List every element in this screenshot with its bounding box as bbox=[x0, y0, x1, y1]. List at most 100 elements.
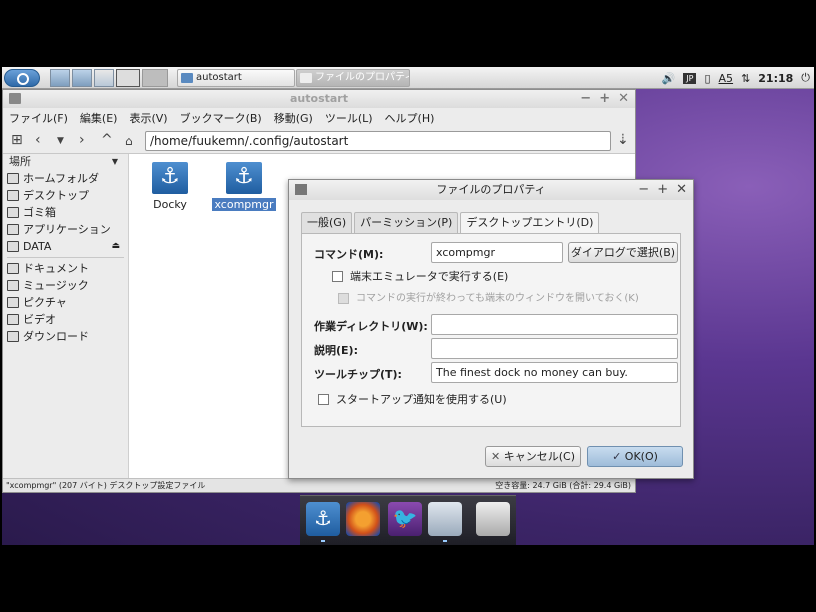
command-field[interactable]: xcompmgr bbox=[431, 242, 563, 263]
show-desktop-icon[interactable] bbox=[116, 69, 140, 87]
file-properties-dialog: ファイルのプロパティ − + ✕ 一般(G) パーミッション(P) デスクトップ… bbox=[288, 179, 694, 479]
pictures-icon bbox=[7, 297, 19, 308]
location-bar[interactable]: /home/fuukemn/.config/autostart bbox=[145, 131, 611, 151]
run-in-terminal-checkbox[interactable]: 端末エミュレータで実行する(E) bbox=[332, 270, 508, 284]
menu-tools[interactable]: ツール(L) bbox=[325, 110, 373, 126]
taskbar-item-properties[interactable]: ファイルのプロパティ bbox=[296, 69, 410, 87]
folder-icon bbox=[9, 93, 21, 104]
checkbox-icon bbox=[318, 394, 329, 405]
power-icon[interactable]: ⏻ bbox=[801, 71, 810, 85]
workdir-field[interactable] bbox=[431, 314, 678, 335]
dialog-titlebar[interactable]: ファイルのプロパティ − + ✕ bbox=[289, 180, 693, 200]
file-manager-icon[interactable] bbox=[428, 502, 462, 536]
workspace-switcher[interactable] bbox=[142, 69, 168, 87]
menubar: ファイル(F) 編集(E) 表示(V) ブックマーク(B) 移動(G) ツール(… bbox=[3, 108, 635, 128]
keep-terminal-open-checkbox[interactable]: コマンドの実行が終わっても端末のウィンドウを開いておく(K) bbox=[338, 292, 639, 306]
sidebar-item-trash[interactable]: ゴミ箱 bbox=[3, 204, 128, 221]
close-icon[interactable]: ✕ bbox=[618, 90, 629, 108]
taskbar-item-autostart[interactable]: autostart bbox=[177, 69, 295, 87]
browser-launcher-icon[interactable] bbox=[72, 69, 92, 87]
maximize-icon[interactable]: + bbox=[599, 90, 610, 108]
dialog-title: ファイルのプロパティ bbox=[436, 183, 546, 196]
system-tray: 🔊 JP ▯ A5 ⇅ 21:18 ⏻ bbox=[662, 67, 810, 89]
status-bar: "xcompmgr" (207 バイト) デスクトップ設定ファイル 空き容量: … bbox=[3, 478, 635, 492]
sidebar-item-applications[interactable]: アプリケーション bbox=[3, 221, 128, 238]
sidebar-item-videos[interactable]: ビデオ bbox=[3, 311, 128, 328]
status-free-space: 空き容量: 24.7 GiB (合計: 29.4 GiB) bbox=[495, 481, 631, 490]
minimize-icon[interactable]: − bbox=[638, 180, 649, 200]
sidebar-item-home[interactable]: ホームフォルダ bbox=[3, 170, 128, 187]
file-item-xcompmgr[interactable]: ⚓ xcompmgr bbox=[212, 162, 276, 211]
file-manager-launcher-icon[interactable] bbox=[94, 69, 114, 87]
cancel-icon: ✕ bbox=[491, 450, 504, 463]
menu-file[interactable]: ファイル(F) bbox=[9, 110, 68, 126]
keyboard-layout-indicator[interactable]: A5 bbox=[719, 72, 734, 85]
trash-icon[interactable] bbox=[476, 502, 510, 536]
cancel-button[interactable]: ✕ キャンセル(C) bbox=[485, 446, 581, 467]
menu-go[interactable]: 移動(G) bbox=[274, 110, 313, 126]
back-arrow-icon[interactable]: ‹ bbox=[35, 132, 41, 148]
docky-anchor-icon[interactable]: ⚓ bbox=[306, 502, 340, 536]
desktop-entry-pane: コマンド(M): xcompmgr ダイアログで選択(B) 端末エミュレータで実… bbox=[301, 233, 681, 427]
battery-icon[interactable]: ▯ bbox=[704, 72, 710, 85]
video-icon bbox=[7, 314, 19, 325]
sidebar-item-music[interactable]: ミュージック bbox=[3, 277, 128, 294]
sidebar-item-data[interactable]: DATA ⏏ bbox=[3, 238, 128, 255]
firefox-icon[interactable] bbox=[346, 502, 380, 536]
sidebar-item-documents[interactable]: ドキュメント bbox=[3, 260, 128, 277]
ubuntu-logo-icon bbox=[17, 73, 29, 85]
tab-permissions[interactable]: パーミッション(P) bbox=[354, 212, 459, 233]
top-panel: autostart ファイルのプロパティ 🔊 JP ▯ A5 ⇅ 21:18 ⏻ bbox=[2, 67, 814, 89]
anchor-icon: ⚓ bbox=[226, 162, 262, 194]
status-selection: "xcompmgr" (207 バイト) デスクトップ設定ファイル bbox=[6, 481, 206, 490]
sidebar-item-pictures[interactable]: ピクチャ bbox=[3, 294, 128, 311]
anchor-icon: ⚓ bbox=[152, 162, 188, 194]
parent-folder-icon[interactable]: ^ bbox=[101, 132, 113, 148]
maximize-icon[interactable]: + bbox=[657, 180, 668, 200]
menu-edit[interactable]: 編集(E) bbox=[80, 110, 118, 126]
chevron-down-icon[interactable]: ▼ bbox=[112, 154, 118, 170]
window-titlebar[interactable]: autostart − + ✕ bbox=[3, 90, 635, 108]
clock[interactable]: 21:18 bbox=[758, 72, 793, 85]
menu-help[interactable]: ヘルプ(H) bbox=[385, 110, 435, 126]
workdir-label: 作業ディレクトリ(W): bbox=[314, 320, 428, 333]
close-icon[interactable]: ✕ bbox=[676, 180, 687, 200]
sidebar-item-downloads[interactable]: ダウンロード bbox=[3, 328, 128, 345]
volume-icon[interactable]: 🔊 bbox=[662, 72, 676, 85]
eject-icon[interactable]: ⏏ bbox=[111, 238, 120, 255]
dock: ⚓ 🐦 bbox=[300, 495, 516, 545]
music-icon bbox=[7, 280, 19, 291]
command-label: コマンド(M): bbox=[314, 248, 384, 261]
tab-bar: 一般(G) パーミッション(P) デスクトップエントリ(D) bbox=[301, 212, 601, 234]
forward-arrow-icon[interactable]: › bbox=[79, 132, 85, 148]
menu-view[interactable]: 表示(V) bbox=[129, 110, 167, 126]
new-tab-icon[interactable]: ⊞ bbox=[11, 132, 23, 148]
tab-general[interactable]: 一般(G) bbox=[301, 212, 353, 233]
go-icon[interactable]: ⇣ bbox=[617, 132, 629, 148]
history-dropdown-icon[interactable]: ▼ bbox=[57, 136, 64, 146]
sidebar-header[interactable]: 場所 ▼ bbox=[3, 154, 128, 170]
pidgin-icon[interactable]: 🐦 bbox=[388, 502, 422, 536]
documents-icon bbox=[7, 263, 19, 274]
sidebar-item-desktop[interactable]: デスクトップ bbox=[3, 187, 128, 204]
home-icon[interactable]: ⌂ bbox=[125, 134, 133, 148]
startup-notify-checkbox[interactable]: スタートアップ通知を使用する(U) bbox=[318, 393, 507, 407]
minimize-icon[interactable]: − bbox=[580, 90, 591, 108]
sidebar: 場所 ▼ ホームフォルダ デスクトップ ゴミ箱 アプリケーション DATA ⏏ ド… bbox=[3, 154, 129, 480]
file-item-docky[interactable]: ⚓ Docky bbox=[138, 162, 202, 211]
home-icon bbox=[7, 173, 19, 184]
choose-command-button[interactable]: ダイアログで選択(B) bbox=[568, 242, 678, 263]
tooltip-field[interactable]: The finest dock no money can buy. bbox=[431, 362, 678, 383]
taskbar-item-label: ファイルのプロパティ bbox=[315, 72, 410, 83]
description-field[interactable] bbox=[431, 338, 678, 359]
tab-desktop-entry[interactable]: デスクトップエントリ(D) bbox=[460, 212, 600, 234]
running-indicator bbox=[321, 540, 325, 542]
taskbar-item-label: autostart bbox=[196, 72, 242, 83]
menu-bookmarks[interactable]: ブックマーク(B) bbox=[180, 110, 262, 126]
terminal-launcher-icon[interactable] bbox=[50, 69, 70, 87]
checkbox-icon bbox=[338, 293, 349, 304]
network-icon[interactable]: ⇅ bbox=[741, 72, 750, 85]
ok-button[interactable]: ✓ OK(O) bbox=[587, 446, 683, 467]
input-method-indicator[interactable]: JP bbox=[683, 72, 697, 84]
main-menu-button[interactable] bbox=[4, 69, 40, 87]
